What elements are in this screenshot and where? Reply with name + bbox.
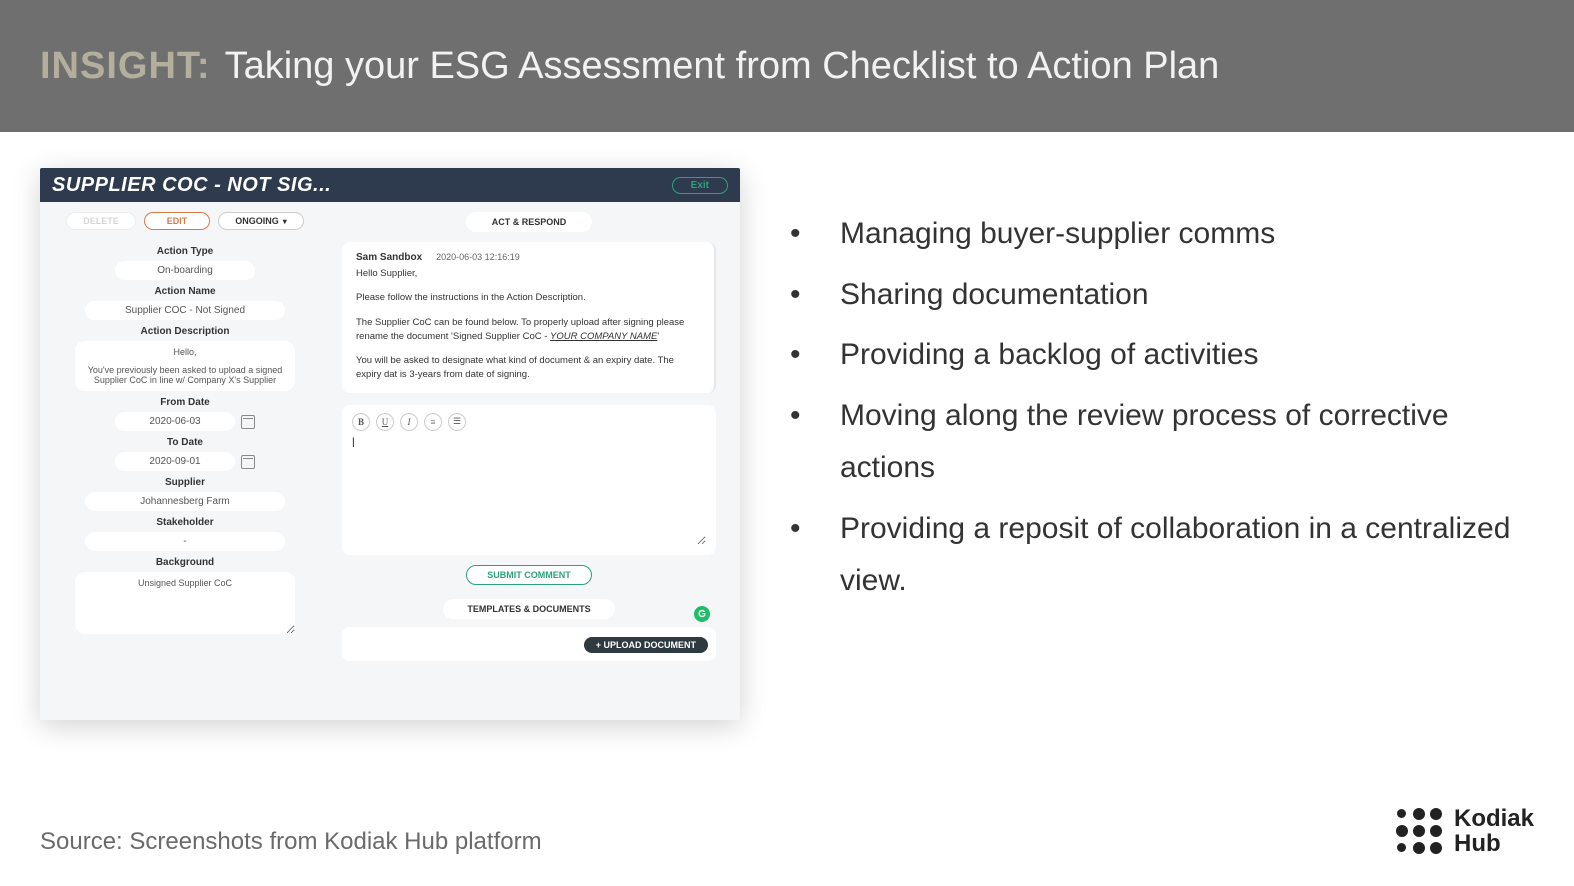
supplier-value[interactable]: Johannesberg Farm (85, 492, 285, 511)
insight-label: INSIGHT: (40, 45, 211, 88)
msg-line-4: You will be asked to designate what kind… (356, 354, 700, 383)
message-author: Sam Sandbox (356, 252, 422, 263)
to-date-row: 2020-09-01 (115, 452, 255, 471)
bullet-list: Managing buyer-supplier comms Sharing do… (780, 208, 1534, 608)
footer: Source: Screenshots from Kodiak Hub plat… (40, 806, 1534, 856)
to-date-label: To Date (167, 437, 203, 448)
from-date-label: From Date (160, 397, 209, 408)
headline-text: Taking your ESG Assessment from Checklis… (225, 45, 1220, 88)
title-bar: INSIGHT: Taking your ESG Assessment from… (0, 0, 1574, 132)
edit-button[interactable]: EDIT (144, 212, 211, 230)
bullet-item: Providing a reposit of collaboration in … (840, 503, 1534, 608)
italic-icon[interactable]: I (400, 413, 418, 431)
calendar-icon[interactable] (241, 455, 255, 469)
main-content: SUPPLIER COC - NOT SIG... Exit DELETE ED… (0, 132, 1574, 720)
upload-row: + UPLOAD DOCUMENT (342, 627, 716, 661)
source-text: Source: Screenshots from Kodiak Hub plat… (40, 828, 542, 856)
action-description-label: Action Description (141, 326, 230, 337)
screenshot-body: DELETE EDIT ONGOING ▾ Action Type On-boa… (40, 202, 740, 720)
logo-line-1: Kodiak (1454, 806, 1534, 831)
comment-editor: B U I ≡ ☰ | (342, 405, 716, 555)
msg-line-1: Hello Supplier, (356, 267, 700, 281)
background-box[interactable]: Unsigned Supplier CoC (75, 572, 295, 634)
delete-button[interactable]: DELETE (66, 212, 136, 230)
supplier-label: Supplier (165, 477, 205, 488)
screenshot-column: SUPPLIER COC - NOT SIG... Exit DELETE ED… (40, 168, 740, 720)
action-type-value[interactable]: On-boarding (115, 261, 255, 280)
msg-line-3b: YOUR COMPANY NAME (550, 331, 657, 342)
msg-line-2: Please follow the instructions in the Ac… (356, 291, 700, 305)
desc-line-2: You've previously been asked to upload a… (85, 365, 285, 385)
screenshot-header: SUPPLIER COC - NOT SIG... Exit (40, 168, 740, 202)
form-panel: DELETE EDIT ONGOING ▾ Action Type On-boa… (40, 202, 330, 720)
kodiak-logo: Kodiak Hub (1396, 806, 1534, 856)
from-date-value[interactable]: 2020-06-03 (115, 412, 235, 431)
message-block: Sam Sandbox 2020-06-03 12:16:19 Hello Su… (342, 242, 716, 393)
to-date-value[interactable]: 2020-09-01 (115, 452, 235, 471)
upload-document-button[interactable]: + UPLOAD DOCUMENT (584, 637, 708, 653)
comment-textarea[interactable]: | (352, 437, 706, 545)
chevron-down-icon: ▾ (283, 217, 287, 226)
submit-comment-button[interactable]: SUBMIT COMMENT (466, 565, 592, 585)
bullets-column: Managing buyer-supplier comms Sharing do… (780, 168, 1534, 720)
ordered-list-icon[interactable]: ☰ (448, 413, 466, 431)
activity-panel: ACT & RESPOND Sam Sandbox 2020-06-03 12:… (330, 202, 740, 720)
templates-documents-tab[interactable]: TEMPLATES & DOCUMENTS (443, 599, 614, 619)
grammarly-icon[interactable]: G (694, 606, 710, 622)
message-header: Sam Sandbox 2020-06-03 12:16:19 (356, 252, 700, 263)
msg-line-3c: ' (657, 331, 659, 342)
bullet-item: Sharing documentation (840, 269, 1534, 322)
action-buttons-row: DELETE EDIT ONGOING ▾ (66, 212, 304, 230)
desc-line-1: Hello, (85, 347, 285, 357)
bullet-item: Providing a backlog of activities (840, 329, 1534, 382)
background-value: Unsigned Supplier CoC (138, 578, 232, 588)
background-label: Background (156, 557, 214, 568)
ongoing-label: ONGOING (235, 216, 279, 226)
bold-icon[interactable]: B (352, 413, 370, 431)
action-description-box[interactable]: Hello, You've previously been asked to u… (75, 341, 295, 391)
app-screenshot: SUPPLIER COC - NOT SIG... Exit DELETE ED… (40, 168, 740, 720)
cursor: | (352, 437, 355, 448)
from-date-row: 2020-06-03 (115, 412, 255, 431)
stakeholder-label: Stakeholder (156, 517, 213, 528)
stakeholder-value[interactable]: - (85, 532, 285, 551)
act-respond-tab[interactable]: ACT & RESPOND (466, 212, 593, 232)
bullet-list-icon[interactable]: ≡ (424, 413, 442, 431)
action-name-value[interactable]: Supplier COC - Not Signed (85, 301, 285, 320)
exit-button[interactable]: Exit (672, 177, 728, 194)
editor-toolbar: B U I ≡ ☰ (352, 413, 706, 431)
logo-line-2: Hub (1454, 831, 1534, 856)
action-name-label: Action Name (154, 286, 215, 297)
msg-line-3: The Supplier CoC can be found below. To … (356, 316, 700, 345)
message-timestamp: 2020-06-03 12:16:19 (436, 252, 520, 263)
logo-text: Kodiak Hub (1454, 806, 1534, 856)
logo-dots-icon (1396, 808, 1442, 854)
bullet-item: Moving along the review process of corre… (840, 390, 1534, 495)
window-title: SUPPLIER COC - NOT SIG... (52, 174, 331, 197)
action-type-label: Action Type (157, 246, 213, 257)
bullet-item: Managing buyer-supplier comms (840, 208, 1534, 261)
calendar-icon[interactable] (241, 415, 255, 429)
message-body: Hello Supplier, Please follow the instru… (356, 267, 700, 383)
ongoing-dropdown[interactable]: ONGOING ▾ (218, 212, 304, 230)
underline-icon[interactable]: U (376, 413, 394, 431)
